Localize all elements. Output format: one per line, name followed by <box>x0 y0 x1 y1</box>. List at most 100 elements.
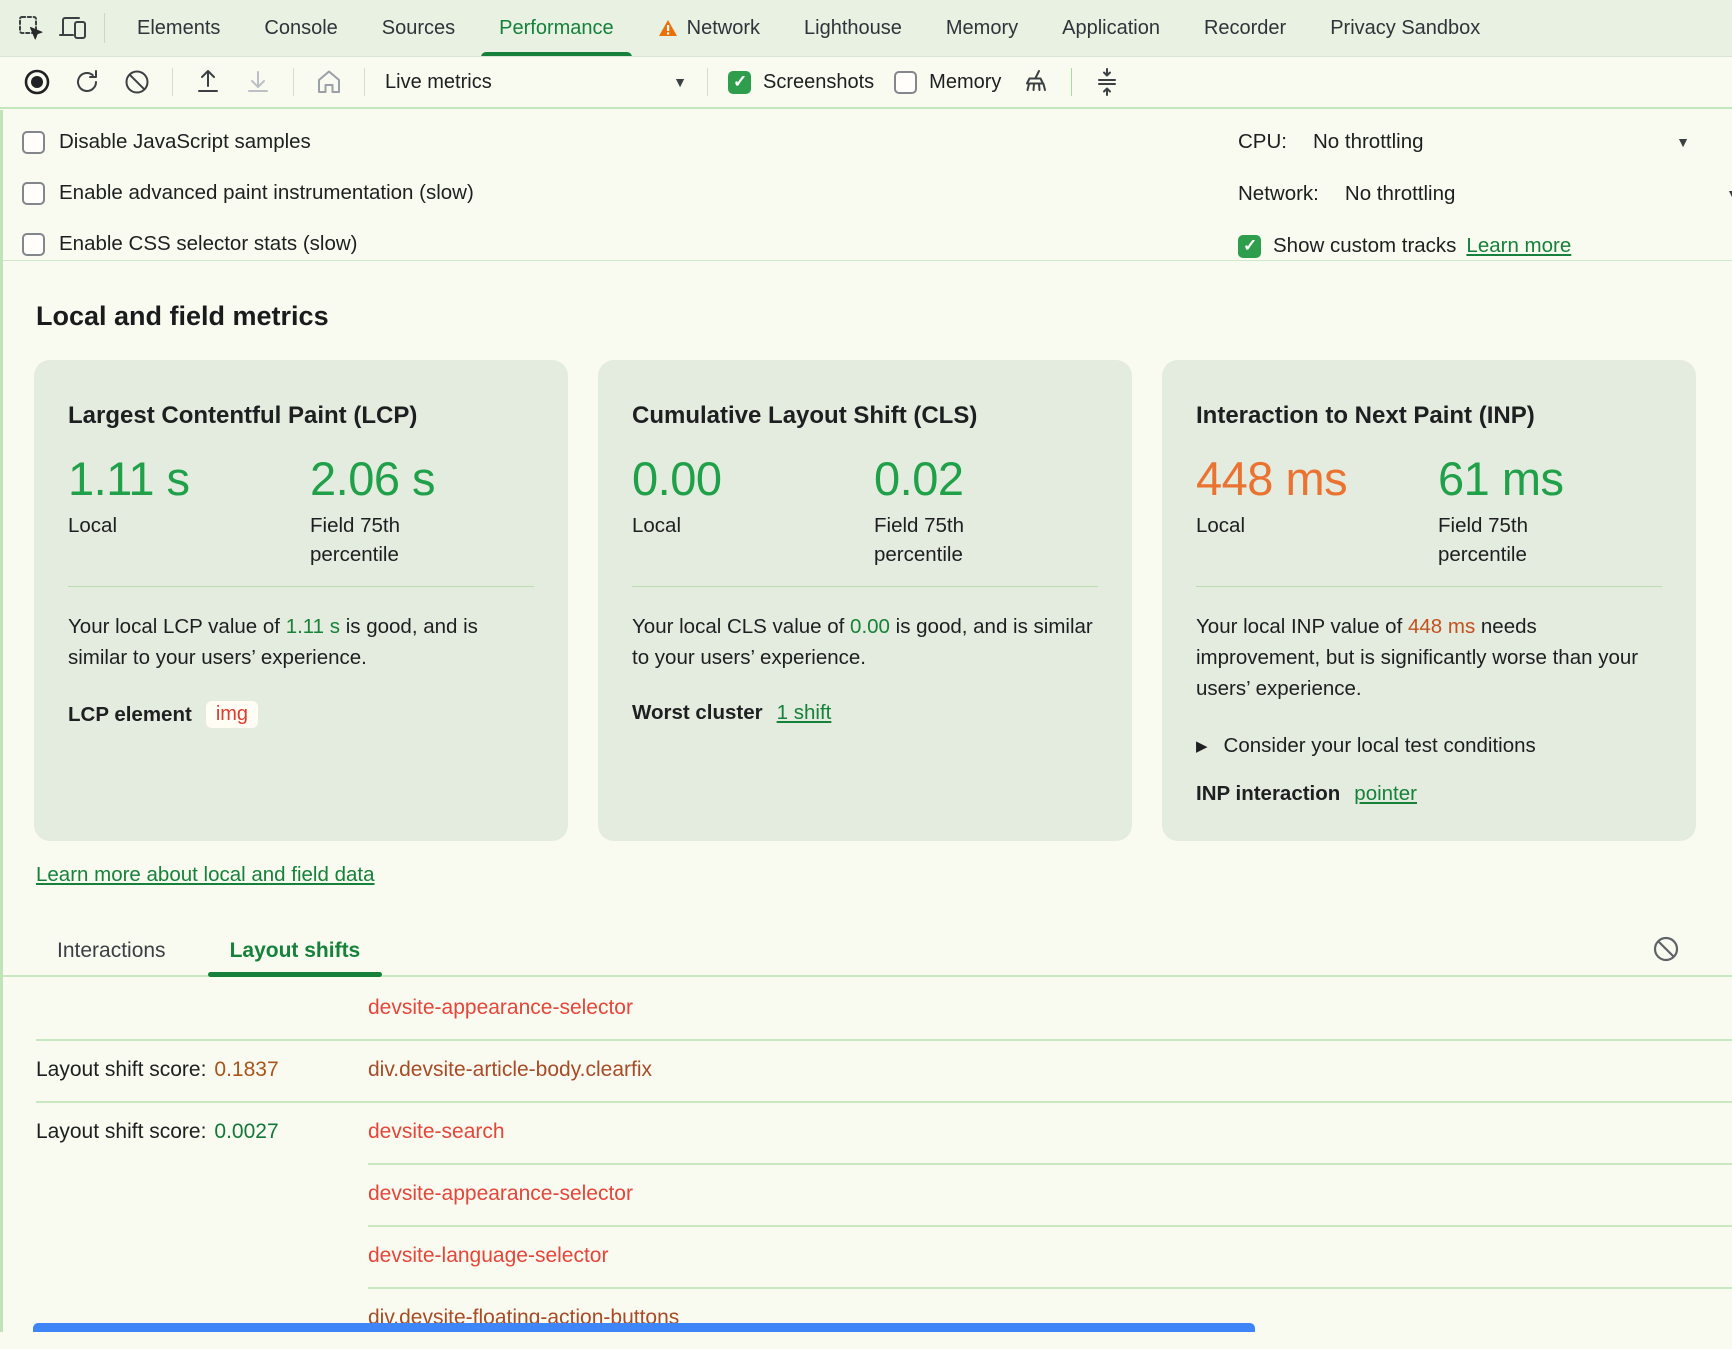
row-separator <box>36 1101 1732 1103</box>
tab-console[interactable]: Console <box>242 0 359 57</box>
toolbar-separator <box>707 68 708 96</box>
layout-shift-row[interactable]: devsite-appearance-selector <box>36 977 1732 1039</box>
inspect-element-icon[interactable] <box>14 11 48 45</box>
layout-shift-row[interactable]: div.devsite-floating-action-buttons <box>36 1287 1732 1349</box>
cpu-throttling-select[interactable]: CPU: No throttling ▼ <box>1238 125 1732 159</box>
row-separator <box>36 1039 1732 1041</box>
tab-label: Console <box>264 17 337 40</box>
cls-description: Your local CLS value of 0.00 is good, an… <box>632 611 1098 673</box>
desc-text: Your local INP value of <box>1196 615 1408 638</box>
shift-element-link[interactable]: div.devsite-article-body.clearfix <box>368 1058 652 1082</box>
load-profile-icon[interactable] <box>193 67 223 97</box>
layout-shift-row[interactable]: Layout shift score: 0.1837 div.devsite-a… <box>36 1039 1732 1101</box>
option-label: Enable CSS selector stats (slow) <box>59 232 358 256</box>
inp-card-title: Interaction to Next Paint (INP) <box>1196 402 1662 430</box>
shift-element-link[interactable]: devsite-appearance-selector <box>368 1182 633 1206</box>
row-separator <box>368 1163 1732 1165</box>
learn-more-link[interactable]: Learn more <box>1466 234 1571 258</box>
tabbar-separator <box>104 13 105 43</box>
show-custom-tracks-checkbox[interactable]: Show custom tracks Learn more <box>1238 229 1732 263</box>
worst-cluster-label: Worst cluster <box>632 701 763 725</box>
tab-recorder[interactable]: Recorder <box>1182 0 1308 57</box>
tab-performance[interactable]: Performance <box>477 0 636 57</box>
shift-element-link[interactable]: devsite-search <box>368 1120 505 1144</box>
tab-sources[interactable]: Sources <box>360 0 477 57</box>
checkbox-icon <box>22 131 45 154</box>
tab-interactions[interactable]: Interactions <box>57 939 166 975</box>
worst-cluster-link[interactable]: 1 shift <box>777 701 832 725</box>
record-button[interactable] <box>22 67 52 97</box>
tab-lighthouse[interactable]: Lighthouse <box>782 0 924 57</box>
clear-button[interactable] <box>122 67 152 97</box>
checkbox-icon <box>22 182 45 205</box>
local-test-conditions-disclosure[interactable]: ▶ Consider your local test conditions <box>1196 734 1662 758</box>
device-toolbar-icon[interactable] <box>56 11 90 45</box>
layout-shift-row[interactable]: Layout shift score: 0.0027 devsite-searc… <box>36 1101 1732 1163</box>
score-label: Layout shift score: <box>36 1058 206 1082</box>
inp-description: Your local INP value of 448 ms needs imp… <box>1196 611 1662 704</box>
tab-label: Lighthouse <box>804 17 902 40</box>
devtools-tabbar: Elements Console Sources Performance Net… <box>0 0 1732 57</box>
save-profile-icon[interactable] <box>243 67 273 97</box>
checkbox-checked-icon <box>728 71 751 94</box>
memory-checkbox[interactable]: Memory <box>894 71 1001 94</box>
inp-local-value: 448 ms <box>1196 454 1438 503</box>
tab-label: Network <box>687 17 760 40</box>
reload-record-button[interactable] <box>72 67 102 97</box>
dropdown-caret-icon: ▼ <box>673 74 687 90</box>
tab-label: Privacy Sandbox <box>1330 17 1480 40</box>
layout-shift-row[interactable]: devsite-appearance-selector <box>36 1163 1732 1225</box>
metrics-heading: Local and field metrics <box>36 301 1732 332</box>
cls-local-value: 0.00 <box>632 454 874 503</box>
desc-value: 448 ms <box>1408 615 1475 638</box>
metric-cards: Largest Contentful Paint (LCP) 1.11 s Lo… <box>0 360 1732 841</box>
inp-interaction-label: INP interaction <box>1196 782 1340 806</box>
tab-label: Sources <box>382 17 455 40</box>
cls-local-label: Local <box>632 512 797 541</box>
checkbox-icon <box>22 233 45 256</box>
inp-card: Interaction to Next Paint (INP) 448 ms L… <box>1162 360 1696 841</box>
layout-shift-row[interactable]: devsite-language-selector <box>36 1225 1732 1287</box>
row-separator <box>368 1287 1732 1289</box>
cls-card: Cumulative Layout Shift (CLS) 0.00 Local… <box>598 360 1132 841</box>
custom-tracks-label: Show custom tracks <box>1273 234 1456 258</box>
tab-memory[interactable]: Memory <box>924 0 1040 57</box>
panel-mode-value: Live metrics <box>385 71 492 94</box>
clear-log-icon[interactable] <box>1652 935 1680 968</box>
desc-value: 0.00 <box>850 615 890 638</box>
live-metrics-log: Interactions Layout shifts devsite-appea… <box>0 935 1732 1349</box>
dropdown-caret-icon: ▼ <box>1726 186 1732 202</box>
shift-element-link[interactable]: devsite-appearance-selector <box>368 996 633 1020</box>
tab-label: Memory <box>946 17 1018 40</box>
disclosure-triangle-icon: ▶ <box>1196 737 1208 755</box>
desc-text: Your local LCP value of <box>68 615 286 638</box>
learn-more-field-data-link[interactable]: Learn more about local and field data <box>36 863 374 887</box>
tab-privacy-sandbox[interactable]: Privacy Sandbox <box>1308 0 1502 57</box>
performance-toolbar: Live metrics ▼ Screenshots Memory <box>0 57 1732 109</box>
capture-settings: Disable JavaScript samples Enable advanc… <box>0 109 1732 261</box>
tab-elements[interactable]: Elements <box>115 0 242 57</box>
inp-field-value: 61 ms <box>1438 454 1662 503</box>
tab-layout-shifts[interactable]: Layout shifts <box>230 939 361 975</box>
shift-element-link[interactable]: devsite-language-selector <box>368 1244 608 1268</box>
lcp-description: Your local LCP value of 1.11 s is good, … <box>68 611 534 673</box>
screenshots-checkbox[interactable]: Screenshots <box>728 71 874 94</box>
toolbar-separator <box>364 68 365 96</box>
network-throttling-select[interactable]: Network: No throttling ▼ <box>1238 177 1732 211</box>
tab-application[interactable]: Application <box>1040 0 1182 57</box>
log-tabs: Interactions Layout shifts <box>0 935 1732 977</box>
inp-interaction-link[interactable]: pointer <box>1354 782 1417 806</box>
option-label: Disable JavaScript samples <box>59 130 311 154</box>
lcp-element-chip[interactable]: img <box>206 701 258 728</box>
panel-mode-select[interactable]: Live metrics ▼ <box>385 71 687 94</box>
tab-network[interactable]: Network <box>636 0 782 57</box>
lcp-element-label: LCP element <box>68 703 192 727</box>
collapse-panel-icon[interactable] <box>1092 67 1122 97</box>
home-icon[interactable] <box>314 67 344 97</box>
cls-field-value: 0.02 <box>874 454 1098 503</box>
layout-shift-rows: devsite-appearance-selector Layout shift… <box>36 977 1732 1349</box>
tab-label: Application <box>1062 17 1160 40</box>
cpu-value: No throttling <box>1313 130 1424 154</box>
lcp-local-value: 1.11 s <box>68 454 310 503</box>
collect-garbage-icon[interactable] <box>1021 67 1051 97</box>
